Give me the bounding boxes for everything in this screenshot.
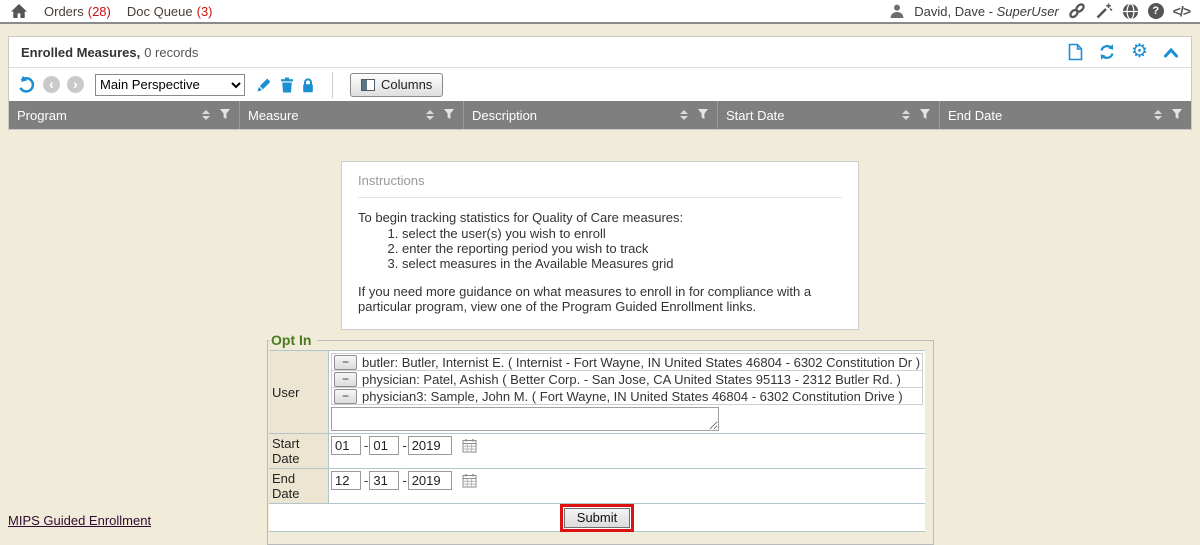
column-header-description[interactable]: Description [463, 101, 717, 129]
submit-highlight-annotation: Submit [560, 504, 634, 532]
filter-icon[interactable] [219, 108, 231, 123]
user-row: User − butler: Butler, Internist E. ( In… [269, 350, 925, 433]
lock-icon[interactable] [301, 77, 315, 93]
instructions-steps: select the user(s) you wish to enroll en… [358, 226, 842, 271]
filter-icon[interactable] [1171, 108, 1183, 123]
column-header-start-date[interactable]: Start Date [717, 101, 939, 129]
instructions-panel: Instructions To begin tracking statistic… [341, 161, 859, 330]
help-icon[interactable]: ? [1148, 3, 1164, 19]
start-date-row: Start Date - - [269, 433, 925, 468]
user-label: User [269, 351, 329, 433]
end-date-row: End Date - - [269, 468, 925, 503]
start-date-label: Start Date [269, 434, 329, 468]
user-entry-text: physician3: Sample, John M. ( Fort Wayne… [362, 389, 903, 404]
toolbar-divider [332, 72, 333, 98]
start-date-day-input[interactable] [369, 436, 399, 455]
collapse-icon[interactable] [1163, 46, 1179, 59]
column-header-end-date[interactable]: End Date [939, 101, 1191, 129]
delete-icon[interactable] [280, 77, 294, 93]
undo-icon[interactable] [17, 75, 36, 94]
end-date-month-input[interactable] [331, 471, 361, 490]
user-entry: − physician3: Sample, John M. ( Fort Way… [331, 387, 923, 405]
remove-user-button[interactable]: − [334, 372, 357, 387]
panel-title: Enrolled Measures,0 records [21, 45, 198, 60]
user-entry: − physician: Patel, Ashish ( Better Corp… [331, 370, 923, 388]
user-entry: − butler: Butler, Internist E. ( Interni… [331, 353, 923, 371]
opt-in-fieldset: Opt In User − butler: Butler, Internist … [267, 332, 934, 545]
user-entry-text: physician: Patel, Ashish ( Better Corp. … [362, 372, 901, 387]
gear-icon[interactable]: ⚙ [1131, 43, 1148, 61]
edit-icon[interactable] [256, 76, 273, 93]
code-icon[interactable]: </> [1173, 3, 1190, 19]
submit-button[interactable]: Submit [564, 508, 630, 528]
remove-user-button[interactable]: − [334, 389, 357, 404]
instructions-intro: To begin tracking statistics for Quality… [358, 210, 842, 225]
perspective-select[interactable]: Main Perspective [95, 74, 245, 96]
filter-icon[interactable] [919, 108, 931, 123]
columns-button[interactable]: Columns [350, 73, 443, 97]
topbar: Orders (28) Doc Queue (3) David, Dave - … [0, 0, 1200, 24]
instructions-outro: If you need more guidance on what measur… [358, 284, 842, 314]
calendar-icon[interactable] [462, 438, 477, 453]
user-search-input[interactable] [331, 407, 719, 431]
mips-guided-enrollment-link[interactable]: MIPS Guided Enrollment [8, 513, 151, 528]
remove-user-button[interactable]: − [334, 355, 357, 370]
enrolled-measures-panel: Enrolled Measures,0 records ⚙ ‹ › Main P… [8, 36, 1192, 130]
user-list: − butler: Butler, Internist E. ( Interni… [329, 351, 925, 433]
columns-icon [361, 79, 375, 91]
refresh-icon[interactable] [1098, 43, 1116, 61]
record-count: 0 records [144, 45, 198, 60]
panel-header: Enrolled Measures,0 records ⚙ [9, 37, 1191, 68]
nav-orders-count: (28) [88, 4, 111, 19]
calendar-icon[interactable] [462, 473, 477, 488]
wand-icon[interactable] [1095, 2, 1113, 20]
sort-icon[interactable] [426, 110, 434, 120]
instruction-step: enter the reporting period you wish to t… [402, 241, 842, 256]
link-icon[interactable] [1068, 2, 1086, 20]
home-icon[interactable] [10, 3, 28, 19]
nav-doc-queue-count: (3) [197, 4, 213, 19]
sort-icon[interactable] [1154, 110, 1162, 120]
start-date-month-input[interactable] [331, 436, 361, 455]
opt-in-legend: Opt In [269, 332, 317, 348]
sort-icon[interactable] [202, 110, 210, 120]
end-date-label: End Date [269, 469, 329, 503]
column-header-measure[interactable]: Measure [239, 101, 463, 129]
forward-icon[interactable]: › [67, 76, 84, 93]
instruction-step: select measures in the Available Measure… [402, 256, 842, 271]
new-document-icon[interactable] [1067, 43, 1083, 61]
filter-icon[interactable] [697, 108, 709, 123]
instruction-step: select the user(s) you wish to enroll [402, 226, 842, 241]
instructions-title: Instructions [358, 173, 842, 198]
user-icon [889, 3, 905, 19]
back-icon[interactable]: ‹ [43, 76, 60, 93]
nav-doc-queue[interactable]: Doc Queue (3) [127, 4, 213, 19]
nav-orders-label: Orders [44, 4, 84, 19]
end-date-day-input[interactable] [369, 471, 399, 490]
user-entry-text: butler: Butler, Internist E. ( Internist… [362, 355, 920, 370]
sort-icon[interactable] [902, 110, 910, 120]
globe-icon[interactable] [1122, 3, 1139, 20]
filter-icon[interactable] [443, 108, 455, 123]
opt-in-form: User − butler: Butler, Internist E. ( In… [269, 350, 925, 532]
submit-row: Submit [269, 503, 925, 531]
nav-doc-queue-label: Doc Queue [127, 4, 193, 19]
nav-orders[interactable]: Orders (28) [44, 4, 111, 19]
user-role: SuperUser [997, 4, 1059, 19]
column-header-program[interactable]: Program [9, 101, 239, 129]
grid-header-row: Program Measure Description Start Date [9, 101, 1191, 129]
end-date-year-input[interactable] [408, 471, 452, 490]
sort-icon[interactable] [680, 110, 688, 120]
start-date-year-input[interactable] [408, 436, 452, 455]
current-user: David, Dave - SuperUser [914, 4, 1059, 19]
grid-toolbar: ‹ › Main Perspective Columns [9, 68, 1191, 101]
